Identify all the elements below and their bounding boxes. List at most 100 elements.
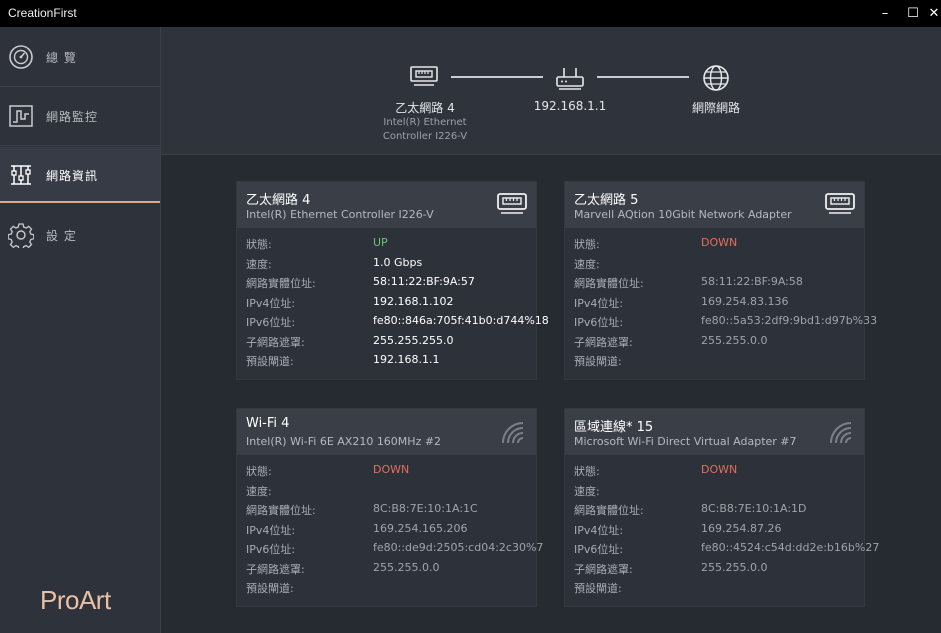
info-row-gateway: 預設閘道: (246, 578, 527, 598)
sidebar-item-overview[interactable]: 總 覽 (0, 29, 160, 85)
info-value: 255.255.0.0 (701, 334, 767, 347)
globe-icon (702, 64, 730, 92)
card-subtitle: Intel(R) Wi-Fi 6E AX210 160MHz #2 (246, 435, 441, 448)
info-value: 169.254.87.26 (701, 522, 781, 535)
ethernet-port-icon (497, 192, 527, 216)
card-info-rows: 狀態:DOWN 速度: 網路實體位址:8C:B8:7E:10:1A:1C IPv… (237, 455, 536, 606)
main-content: 乙太網路 4 Intel(R) Ethernet Controller I226… (161, 27, 941, 633)
sidebar-item-network-info[interactable]: 網路資訊 (0, 147, 160, 203)
topology-adapter-desc: Intel(R) Ethernet (355, 116, 495, 129)
card-title: Wi-Fi 4 (246, 416, 289, 431)
sidebar-item-settings[interactable]: 設 定 (0, 207, 160, 263)
info-key: 預設閘道: (246, 580, 294, 596)
info-value: 8C:B8:7E:10:1A:1C (373, 502, 478, 515)
info-row-gateway: 預設閘道: (574, 351, 855, 371)
info-value: 8C:B8:7E:10:1A:1D (701, 502, 807, 515)
info-key: 子網路遮罩: (246, 561, 305, 577)
info-value: fe80::de9d:2505:cd04:2c30%7 (373, 541, 543, 554)
info-row-speed: 速度: 1.0 Gbps (246, 254, 527, 274)
sidebar: 總 覽 網路監控 網路資訊 設 定 ProArt (0, 27, 161, 633)
adapter-card-ethernet-4: 乙太網路 4 Intel(R) Ethernet Controller I226… (236, 181, 537, 380)
title-bar: CreationFirst – ☐ ✕ (0, 0, 941, 27)
info-value: 255.255.0.0 (701, 561, 767, 574)
card-subtitle: Intel(R) Ethernet Controller I226-V (246, 208, 434, 221)
info-key: 狀態: (246, 463, 272, 479)
info-value: DOWN (701, 236, 737, 249)
info-row-ipv6: IPv6位址:fe80::5a53:2df9:9bd1:d97b%33 (574, 312, 855, 332)
info-value: 58:11:22:BF:9A:57 (373, 275, 475, 288)
info-key: 速度: (246, 483, 272, 499)
card-title: 區域連線* 15 (574, 416, 653, 435)
info-key: 預設閘道: (246, 353, 294, 369)
info-value: fe80::4524:c54d:dd2e:b16b%27 (701, 541, 879, 554)
info-value: 192.168.1.102 (373, 295, 453, 308)
info-key: 網路實體位址: (574, 275, 644, 291)
info-row-subnet: 子網路遮罩: 255.255.0.0 (246, 559, 527, 579)
wifi-signal-icon (499, 419, 527, 445)
info-key: IPv4位址: (574, 522, 623, 538)
info-key: 速度: (246, 256, 272, 272)
info-row-status: 狀態: DOWN (574, 461, 855, 481)
info-row-ipv4: IPv4位址: 169.254.83.136 (574, 293, 855, 313)
card-header: 區域連線* 15 Microsoft Wi-Fi Direct Virtual … (565, 409, 864, 455)
wifi-signal-icon (827, 419, 855, 445)
info-value: 1.0 Gbps (373, 256, 422, 269)
info-value: DOWN (701, 463, 737, 476)
sidebar-item-network-monitor[interactable]: 網路監控 (0, 88, 160, 144)
info-key: IPv6位址: (246, 314, 295, 330)
info-row-speed: 速度: (574, 481, 855, 501)
info-key: 預設閘道: (574, 353, 622, 369)
info-key: 子網路遮罩: (574, 334, 633, 350)
info-key: 速度: (574, 483, 600, 499)
info-key: 預設閘道: (574, 580, 622, 596)
card-header: Wi-Fi 4 Intel(R) Wi-Fi 6E AX210 160MHz #… (237, 409, 536, 455)
info-value: 58:11:22:BF:9A:58 (701, 275, 803, 288)
connection-line (597, 76, 689, 78)
app-title: CreationFirst (8, 6, 77, 20)
card-title: 乙太網路 5 (574, 189, 638, 208)
sidebar-item-label: 網路監控 (46, 108, 98, 125)
info-row-speed: 速度: (574, 254, 855, 274)
info-row-status: 狀態: DOWN (246, 461, 527, 481)
info-row-ipv4: IPv4位址: 169.254.165.206 (246, 520, 527, 540)
card-subtitle: Microsoft Wi-Fi Direct Virtual Adapter #… (574, 435, 797, 448)
info-value: 255.255.255.0 (373, 334, 453, 347)
info-key: IPv4位址: (574, 295, 623, 311)
topology-gateway-label: 192.168.1.1 (505, 99, 635, 113)
card-subtitle: Marvell AQtion 10Gbit Network Adapter (574, 208, 792, 221)
info-value: fe80::846a:705f:41b0:d744%18 (373, 314, 549, 327)
topology-internet-label: 網際網路 (651, 99, 781, 116)
info-value: DOWN (373, 463, 409, 476)
info-row-status: 狀態:DOWN (574, 234, 855, 254)
info-value: fe80::5a53:2df9:9bd1:d97b%33 (701, 314, 877, 327)
ethernet-port-icon (825, 192, 855, 216)
card-info-rows: 狀態:UP 速度:1.0 Gbps 網路實體位址:58:11:22:BF:9A:… (237, 228, 536, 379)
card-title: 乙太網路 4 (246, 189, 310, 208)
card-header: 乙太網路 5 Marvell AQtion 10Gbit Network Ada… (565, 182, 864, 228)
info-row-mac: 網路實體位址: 58:11:22:BF:9A:58 (574, 273, 855, 293)
info-value: 169.254.83.136 (701, 295, 788, 308)
info-key: 狀態: (574, 463, 600, 479)
sidebar-divider (0, 86, 160, 87)
proart-logo: ProArt (40, 585, 111, 616)
network-info-icon (8, 162, 34, 188)
minimize-button[interactable]: – (871, 0, 899, 27)
info-value: 255.255.0.0 (373, 561, 439, 574)
topology-adapter-desc: Controller I226-V (355, 130, 495, 143)
info-row-ipv4: IPv4位址: 169.254.87.26 (574, 520, 855, 540)
settings-gear-icon (8, 222, 34, 248)
info-row-ipv4: IPv4位址:192.168.1.102 (246, 293, 527, 313)
info-row-ipv6: IPv6位址:fe80::de9d:2505:cd04:2c30%7 (246, 539, 527, 559)
connection-line (451, 76, 543, 78)
network-monitor-icon (8, 103, 34, 129)
close-button[interactable]: ✕ (920, 0, 941, 27)
adapter-card-wifi-4: Wi-Fi 4 Intel(R) Wi-Fi 6E AX210 160MHz #… (236, 408, 537, 607)
info-key: 速度: (574, 256, 600, 272)
ethernet-port-icon (410, 66, 438, 88)
info-row-speed: 速度: (246, 481, 527, 501)
sidebar-item-label: 總 覽 (46, 49, 77, 66)
info-row-ipv6: IPv6位址:fe80::846a:705f:41b0:d744%18 (246, 312, 527, 332)
info-key: IPv4位址: (246, 522, 295, 538)
dashboard-gauge-icon (8, 44, 34, 70)
info-value: 169.254.165.206 (373, 522, 467, 535)
